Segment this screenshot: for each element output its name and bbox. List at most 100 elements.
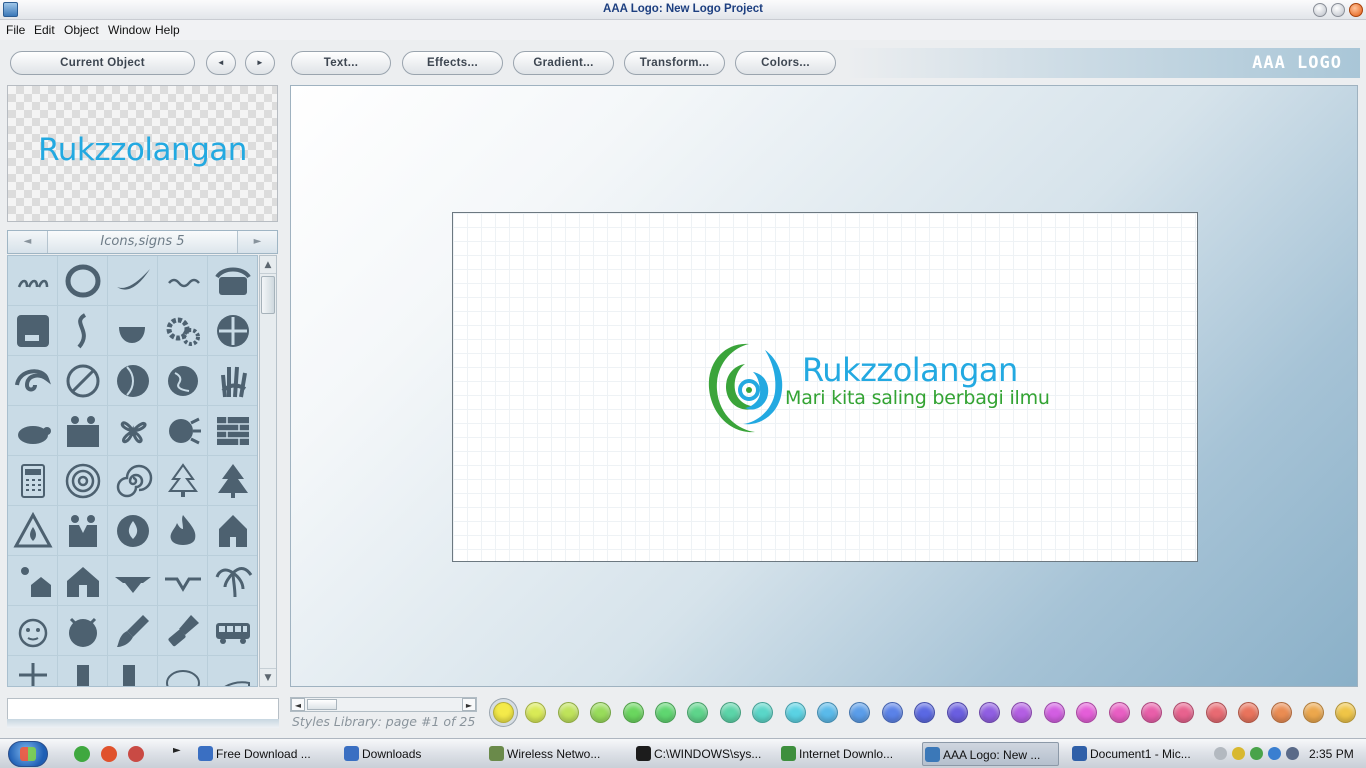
network-icon[interactable] (1268, 747, 1281, 760)
style-swatch[interactable] (719, 702, 741, 723)
library-icon-cell[interactable] (58, 556, 108, 606)
library-icon-cell[interactable] (208, 606, 257, 656)
library-icon-cell[interactable] (208, 356, 257, 406)
shield-icon[interactable] (1232, 747, 1245, 760)
library-icon-cell[interactable] (108, 656, 158, 686)
style-swatch[interactable] (1141, 702, 1162, 723)
style-swatch[interactable] (1205, 702, 1227, 723)
icon-grid-scrollbar[interactable]: ▲ ▼ (259, 255, 277, 687)
previous-object-button[interactable]: ◄ (206, 51, 236, 75)
tray-arrow-icon[interactable] (1214, 747, 1227, 760)
library-icon-cell[interactable] (8, 456, 58, 506)
styles-scroll-thumb[interactable] (307, 699, 337, 710)
effects-button[interactable]: Effects... (402, 51, 503, 75)
menu-window[interactable]: Window (108, 23, 151, 37)
swirl-logo-icon[interactable] (705, 338, 789, 438)
library-icon-cell[interactable] (8, 656, 58, 686)
task-wireless-network[interactable]: Wireless Netwo... (487, 742, 623, 766)
menu-object[interactable]: Object (64, 23, 99, 37)
task-internet-download[interactable]: Internet Downlo... (779, 742, 913, 766)
style-swatch[interactable] (1011, 702, 1033, 723)
library-icon-cell[interactable] (58, 306, 108, 356)
scroll-down-button[interactable]: ▼ (260, 668, 276, 686)
library-prev-button[interactable]: ◄ (8, 231, 48, 253)
library-icon-cell[interactable] (8, 606, 58, 656)
colors-button[interactable]: Colors... (735, 51, 836, 75)
text-button[interactable]: Text... (291, 51, 391, 75)
styles-scrollbar[interactable]: ◄ ► (290, 697, 477, 712)
current-object-button[interactable]: Current Object (10, 51, 195, 75)
library-icon-cell[interactable] (108, 306, 158, 356)
quicklaunch-icon-1[interactable] (74, 746, 90, 762)
logo-canvas[interactable]: Rukzzolangan Mari kita saling berbagi il… (452, 212, 1198, 562)
style-swatch[interactable] (849, 702, 871, 723)
library-icon-cell[interactable] (208, 656, 257, 686)
styles-scroll-left[interactable]: ◄ (291, 698, 305, 711)
styles-scroll-right[interactable]: ► (462, 698, 476, 711)
task-free-download[interactable]: Free Download ... (196, 742, 331, 766)
next-object-button[interactable]: ► (245, 51, 275, 75)
library-icon-cell[interactable] (8, 506, 58, 556)
library-icon-cell[interactable] (108, 406, 158, 456)
library-icon-cell[interactable] (158, 656, 208, 686)
library-icon-cell[interactable] (58, 406, 108, 456)
volume-icon[interactable] (1286, 747, 1299, 760)
task-command-prompt[interactable]: C:\WINDOWS\sys... (634, 742, 768, 766)
library-icon-cell[interactable] (108, 256, 158, 306)
style-swatch[interactable] (687, 702, 709, 723)
maximize-button[interactable] (1331, 3, 1345, 17)
style-name-field[interactable] (7, 698, 279, 720)
style-swatch[interactable] (1335, 702, 1357, 723)
style-swatch[interactable] (881, 702, 903, 723)
library-icon-cell[interactable] (158, 306, 208, 356)
library-icon-cell[interactable] (8, 356, 58, 406)
library-icon-cell[interactable] (158, 506, 208, 556)
library-icon-cell[interactable] (158, 556, 208, 606)
quicklaunch-chevron-icon[interactable]: ► (173, 745, 181, 756)
style-swatch[interactable] (979, 702, 1000, 723)
title-bar[interactable]: AAA Logo: New Logo Project (0, 0, 1366, 20)
library-icon-cell[interactable] (208, 406, 257, 456)
task-downloads[interactable]: Downloads (342, 742, 475, 766)
library-icon-cell[interactable] (8, 256, 58, 306)
start-button[interactable] (8, 741, 48, 767)
library-title[interactable]: Icons,signs 5 (48, 231, 237, 253)
style-swatch[interactable] (493, 702, 514, 723)
library-icon-cell[interactable] (158, 256, 208, 306)
transform-button[interactable]: Transform... (624, 51, 725, 75)
library-icon-cell[interactable] (208, 256, 257, 306)
library-icon-cell[interactable] (8, 556, 58, 606)
gradient-button[interactable]: Gradient... (513, 51, 614, 75)
library-icon-cell[interactable] (108, 456, 158, 506)
logo-tagline-text[interactable]: Mari kita saling berbagi ilmu (785, 387, 1050, 409)
library-icon-cell[interactable] (208, 306, 257, 356)
wifi-icon[interactable] (1250, 747, 1263, 760)
style-swatch[interactable] (1108, 702, 1130, 723)
style-swatch[interactable] (817, 702, 838, 723)
style-swatch[interactable] (1270, 702, 1292, 723)
style-swatch[interactable] (655, 702, 676, 723)
library-next-button[interactable]: ► (237, 231, 277, 253)
library-icon-cell[interactable] (158, 406, 208, 456)
menu-help[interactable]: Help (155, 23, 180, 37)
style-swatch[interactable] (1076, 702, 1098, 723)
style-swatch[interactable] (752, 702, 774, 723)
quicklaunch-icon-3[interactable] (128, 746, 144, 762)
style-swatch[interactable] (590, 702, 612, 723)
minimize-button[interactable] (1313, 3, 1327, 17)
library-icon-cell[interactable] (108, 556, 158, 606)
style-swatch[interactable] (784, 702, 806, 723)
library-icon-cell[interactable] (108, 606, 158, 656)
close-button[interactable] (1349, 3, 1363, 17)
library-icon-cell[interactable] (108, 506, 158, 556)
library-icon-cell[interactable] (58, 606, 108, 656)
style-swatch[interactable] (1303, 702, 1324, 723)
style-swatch[interactable] (1238, 702, 1260, 723)
library-icon-cell[interactable] (58, 256, 108, 306)
menu-file[interactable]: File (6, 23, 25, 37)
library-icon-cell[interactable] (208, 456, 257, 506)
library-icon-cell[interactable] (58, 506, 108, 556)
style-swatch[interactable] (622, 702, 644, 723)
library-icon-cell[interactable] (158, 456, 208, 506)
library-icon-cell[interactable] (158, 606, 208, 656)
